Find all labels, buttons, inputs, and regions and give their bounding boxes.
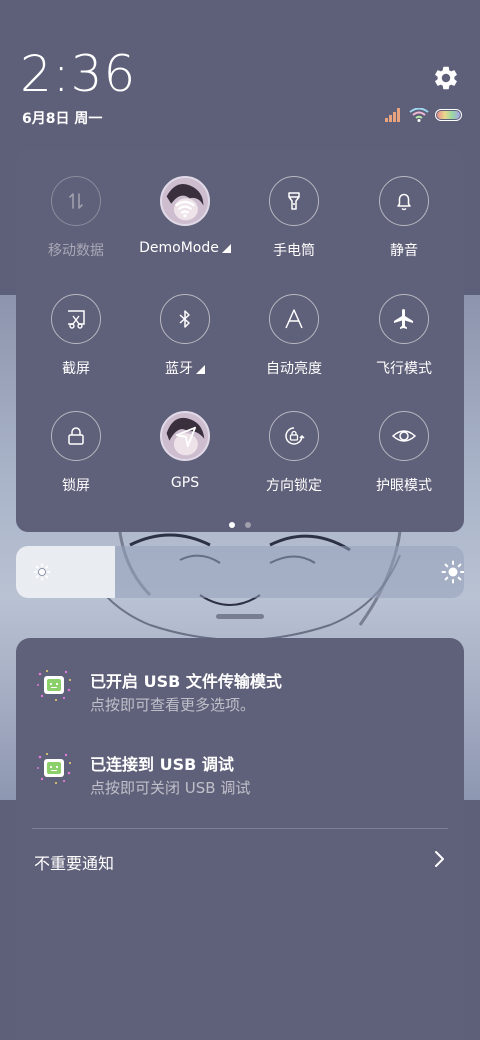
tile-eye-protection[interactable]: 护眼模式 bbox=[349, 385, 459, 495]
tile-label: GPS bbox=[170, 475, 200, 491]
notification-subtitle: 点按即可查看更多选项。 bbox=[90, 696, 256, 714]
airplane-icon bbox=[379, 294, 429, 344]
tile-label: 静音 bbox=[390, 243, 418, 259]
wifi-icon bbox=[409, 108, 429, 122]
gps-avatar-icon bbox=[160, 411, 210, 461]
tile-flashlight[interactable]: 手电筒 bbox=[239, 150, 349, 260]
tile-label: DemoMode bbox=[130, 240, 240, 256]
bell-icon bbox=[379, 176, 429, 226]
tile-screenshot[interactable]: 截屏 bbox=[21, 268, 131, 378]
page-dot[interactable] bbox=[229, 522, 235, 528]
tile-mute[interactable]: 静音 bbox=[349, 150, 459, 260]
rotation-lock-icon bbox=[269, 411, 319, 461]
tile-demomode-wifi[interactable]: DemoMode bbox=[130, 150, 240, 260]
drag-handle[interactable] bbox=[216, 614, 264, 619]
gear-icon bbox=[435, 66, 457, 90]
tile-label: 护眼模式 bbox=[376, 478, 432, 494]
notification-title: 已开启 USB 文件传输模式 bbox=[90, 672, 282, 691]
tile-label: 移动数据 bbox=[48, 243, 104, 259]
tile-rotation-lock[interactable]: 方向锁定 bbox=[239, 385, 349, 495]
screenshot-icon bbox=[51, 294, 101, 344]
page-indicator bbox=[16, 522, 464, 528]
brightness-fill bbox=[16, 546, 115, 598]
mobile-data-icon bbox=[51, 176, 101, 226]
settings-button[interactable] bbox=[432, 64, 460, 92]
android-usb-icon bbox=[37, 670, 71, 701]
wifi-avatar-icon bbox=[160, 176, 210, 226]
tile-bluetooth[interactable]: 蓝牙 bbox=[130, 268, 240, 378]
signal-icon bbox=[385, 108, 400, 122]
notification-subtitle: 点按即可关闭 USB 调试 bbox=[90, 779, 251, 797]
tile-label: 截屏 bbox=[62, 361, 90, 377]
android-usb-icon bbox=[37, 753, 71, 784]
tile-airplane[interactable]: 飞行模式 bbox=[349, 268, 459, 378]
tile-lock-screen[interactable]: 锁屏 bbox=[21, 385, 131, 495]
expand-indicator-icon bbox=[221, 244, 231, 253]
notification-title: 已连接到 USB 调试 bbox=[90, 755, 234, 774]
tile-auto-brightness[interactable]: 自动亮度 bbox=[239, 268, 349, 378]
clock[interactable]: 2:36 bbox=[20, 46, 136, 102]
notification-usb-debugging[interactable]: 已连接到 USB 调试 点按即可关闭 USB 调试 bbox=[16, 721, 464, 801]
quick-settings-panel: 移动数据 DemoMode 手电筒 静音 截屏 蓝牙 自动亮度 飞行模式 锁屏 … bbox=[16, 150, 464, 532]
tile-mobile-data[interactable]: 移动数据 bbox=[21, 150, 131, 260]
tile-label-text: DemoMode bbox=[139, 240, 219, 256]
unimportant-notifications-label: 不重要通知 bbox=[34, 854, 115, 873]
date[interactable]: 6月8日 周一 bbox=[22, 108, 102, 128]
brightness-low-icon bbox=[33, 563, 51, 581]
tile-label: 锁屏 bbox=[62, 478, 90, 494]
page-dot[interactable] bbox=[245, 522, 251, 528]
auto-brightness-icon bbox=[269, 294, 319, 344]
lock-icon bbox=[51, 411, 101, 461]
divider bbox=[32, 828, 448, 829]
status-area: 2:36 6月8日 周一 bbox=[0, 0, 480, 140]
tile-label-text: 蓝牙 bbox=[165, 361, 193, 377]
flashlight-icon bbox=[269, 176, 319, 226]
eye-icon bbox=[379, 411, 429, 461]
expand-indicator-icon bbox=[196, 365, 205, 374]
bluetooth-icon bbox=[160, 294, 210, 344]
tile-label: 方向锁定 bbox=[266, 478, 322, 494]
tile-label: 飞行模式 bbox=[376, 361, 432, 377]
brightness-slider[interactable] bbox=[16, 546, 464, 598]
system-status-icons bbox=[385, 108, 463, 122]
brightness-high-icon bbox=[441, 560, 464, 584]
tile-gps[interactable]: GPS bbox=[130, 385, 240, 495]
notification-usb-file-transfer[interactable]: 已开启 USB 文件传输模式 点按即可查看更多选项。 bbox=[16, 638, 464, 718]
tile-label: 手电筒 bbox=[273, 243, 315, 259]
tile-label: 蓝牙 bbox=[130, 358, 240, 378]
notification-panel: 已开启 USB 文件传输模式 点按即可查看更多选项。 已连接到 USB 调试 点… bbox=[16, 638, 464, 1040]
chevron-right-icon bbox=[435, 851, 444, 867]
battery-icon bbox=[435, 109, 462, 121]
tile-label: 自动亮度 bbox=[266, 361, 322, 377]
unimportant-notifications-row[interactable]: 不重要通知 bbox=[16, 838, 464, 882]
